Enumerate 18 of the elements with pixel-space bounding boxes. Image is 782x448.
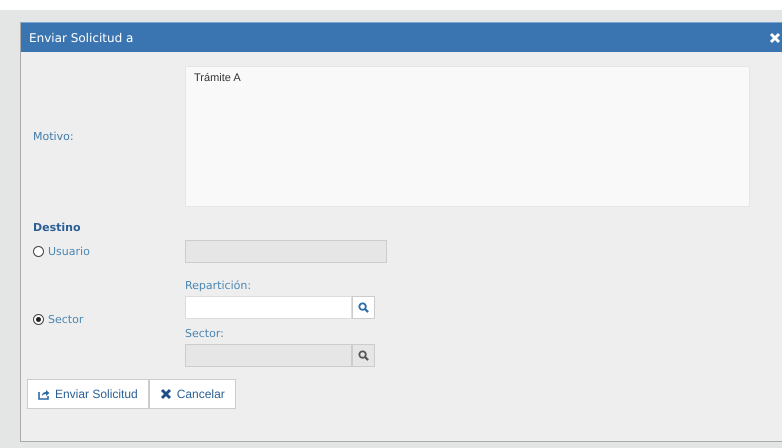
cross-icon	[160, 388, 172, 400]
share-icon	[38, 388, 50, 400]
close-icon[interactable]	[769, 32, 781, 44]
send-button[interactable]: Enviar Solicitud	[27, 379, 149, 409]
search-button[interactable]	[352, 344, 375, 367]
cancel-button[interactable]: Cancelar	[148, 379, 236, 409]
dialog-title: Enviar Solicitud a	[29, 30, 134, 44]
section-heading: Destino	[33, 221, 82, 234]
radio-option[interactable]: Usuario	[33, 245, 90, 258]
search-button[interactable]	[352, 296, 375, 319]
radio-option[interactable]: Sector	[33, 312, 84, 326]
reason-text-area[interactable]: Trámite A	[185, 66, 750, 207]
search-icon	[358, 350, 369, 361]
field-label: Motivo:	[33, 130, 75, 143]
text-field[interactable]	[185, 296, 352, 319]
field-label: Sector:	[185, 327, 225, 340]
search-icon	[358, 302, 369, 313]
field-label: Repartición:	[185, 279, 252, 292]
